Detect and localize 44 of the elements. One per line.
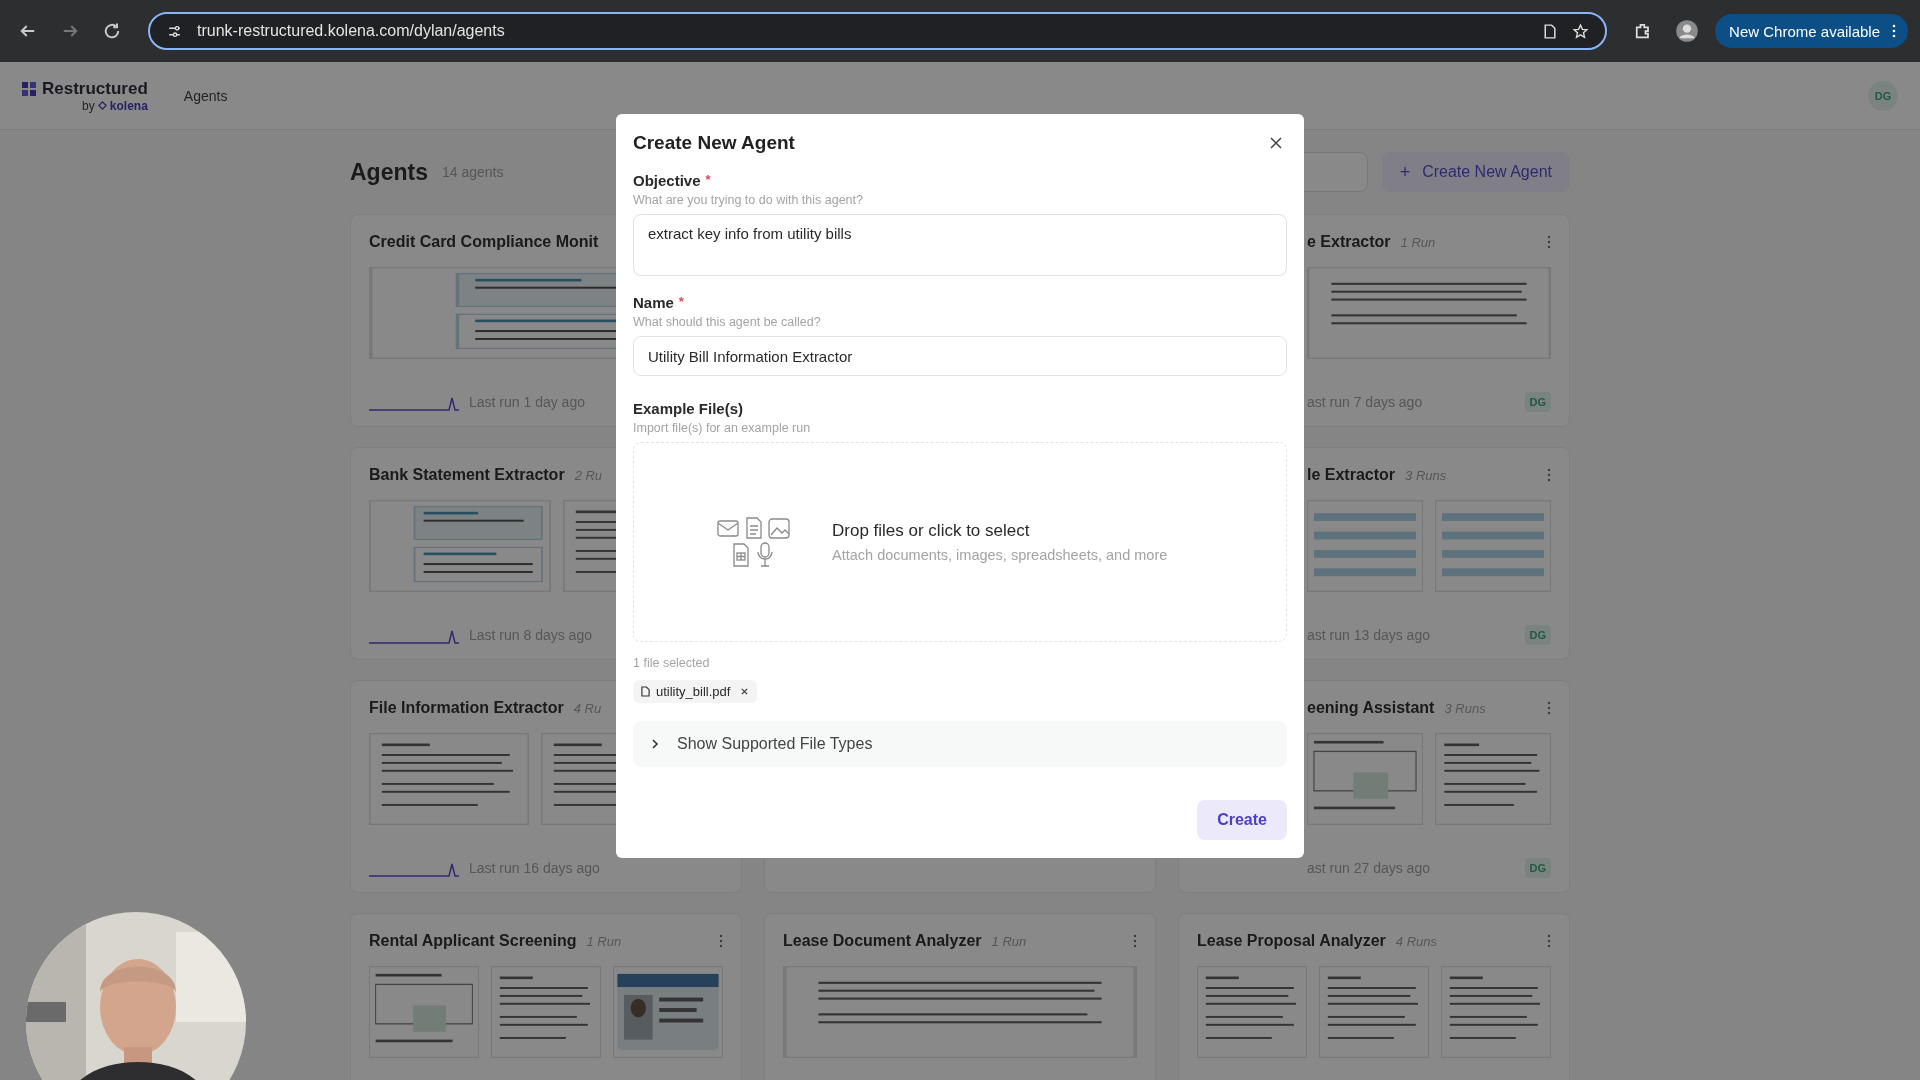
agent-title: File Information Extractor: [369, 699, 564, 717]
brand-icon: [97, 101, 107, 110]
address-bar[interactable]: trunk-restructured.kolena.com/dylan/agents: [148, 12, 1608, 50]
supported-file-types-toggle[interactable]: Show Supported File Types: [633, 721, 1287, 767]
agent-title: e Extractor: [1307, 233, 1391, 251]
chevron-icon: [651, 738, 659, 750]
agent-title: Rental Applicant Screening: [369, 932, 577, 950]
page-title: Agents: [350, 158, 428, 186]
create-agent-button[interactable]: + Create New Agent: [1381, 152, 1570, 192]
brand-text: kolena: [109, 98, 148, 113]
file-chip[interactable]: utility_bill.pdf: [633, 680, 758, 703]
more-icon[interactable]: [1892, 24, 1896, 38]
field-label: Name: [633, 294, 674, 311]
file-drop-zone[interactable]: Drop files or click to select Attach documents, images, spreadsheets, and more: [633, 442, 1287, 642]
agent-title: Lease Proposal Analyzer: [1197, 932, 1386, 950]
agent-title: Lease Document Analyzer: [783, 932, 982, 950]
field-label: Example File(s): [633, 400, 744, 417]
required-mark: *: [678, 294, 684, 311]
logo-text: Restructured: [42, 78, 148, 99]
objective-field[interactable]: extract key info from utility bills: [633, 214, 1287, 276]
agent-title: le Extractor: [1307, 466, 1396, 484]
field-label: Objective: [633, 172, 701, 189]
agent-title: eening Assistant: [1307, 699, 1435, 717]
file-icon: [641, 686, 650, 697]
drop-hint: Attach documents, images, spreadsheets, and more: [832, 547, 1168, 563]
create-button[interactable]: Create: [1197, 800, 1287, 840]
logo-icon: [22, 81, 36, 96]
field-hint: What are you trying to do with this agent?: [633, 193, 864, 207]
url-text: trunk-restructured.kolena.com/dylan/agents: [197, 22, 506, 40]
file-name: utility_bill.pdf: [656, 684, 731, 699]
user-badge: DG: [1524, 392, 1551, 412]
update-button[interactable]: New Chrome available: [1715, 14, 1908, 48]
user-badge: DG: [1524, 625, 1551, 645]
required-mark: *: [705, 172, 711, 189]
nav-link[interactable]: Agents: [183, 87, 228, 104]
agent-title: Credit Card Compliance Monit: [369, 233, 599, 251]
user-badge: DG: [1524, 858, 1551, 878]
star-icon[interactable]: [1572, 22, 1590, 40]
dialog-title: Create New Agent: [633, 132, 795, 154]
drop-title: Drop files or click to select: [832, 521, 1031, 541]
remove-icon[interactable]: [740, 687, 750, 696]
logo-by-text: by: [82, 98, 95, 113]
agent-title: Bank Statement Extractor: [369, 466, 565, 484]
name-field[interactable]: Utility Bill Information Extractor: [633, 336, 1287, 376]
